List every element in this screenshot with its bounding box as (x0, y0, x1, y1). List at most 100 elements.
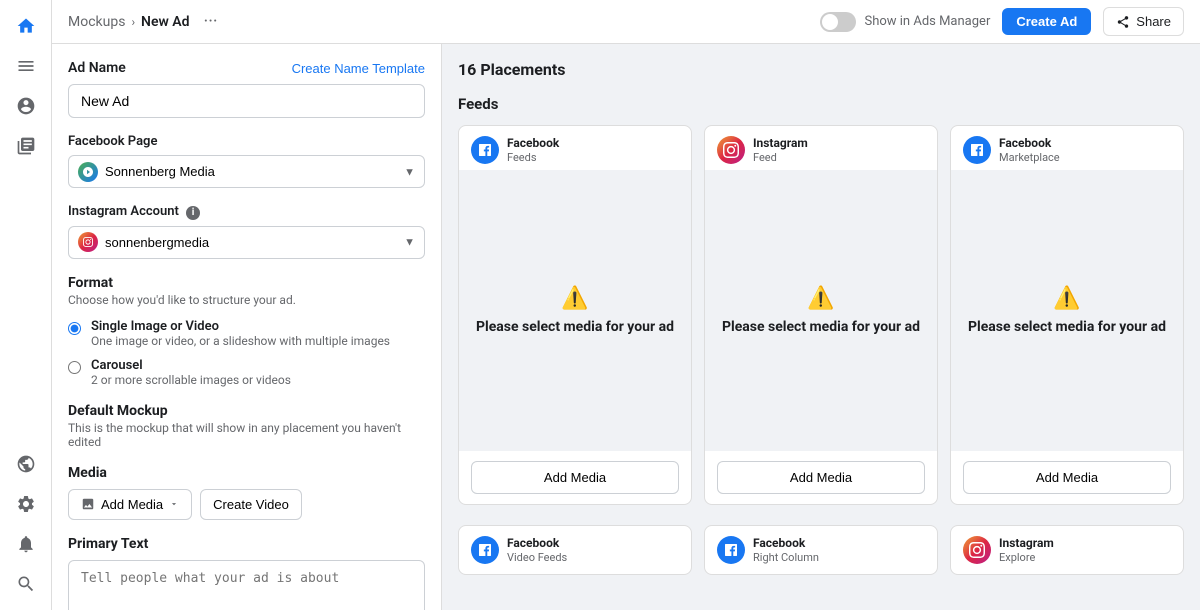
instagram-feed-platform-name: Instagram (753, 136, 808, 150)
sidebar-profile-icon[interactable] (8, 88, 44, 124)
format-carousel-desc: 2 or more scrollable images or videos (91, 373, 291, 387)
placement-grid: Facebook Feeds ⚠️ Please select media fo… (458, 125, 1184, 505)
breadcrumb-current: New Ad (141, 14, 189, 30)
facebook-marketplace-placeholder-text: Please select media for your ad (968, 319, 1166, 335)
feeds-section: Feeds Facebook Feeds (458, 95, 1184, 505)
bottom-placements-grid: Facebook Video Feeds Facebook Right Colu… (458, 525, 1184, 575)
instagram-account-label: Instagram Account i (68, 204, 425, 220)
instagram-feed-subname: Feed (753, 151, 808, 164)
placement-card-instagram-feed: Instagram Feed ⚠️ Please select media fo… (704, 125, 938, 505)
sidebar-search-icon[interactable] (8, 566, 44, 602)
default-mockup-subtitle: This is the mockup that will show in any… (68, 421, 425, 449)
content-area: Ad Name Create Name Template Facebook Pa… (52, 44, 1200, 610)
media-buttons: Add Media Create Video (68, 489, 425, 520)
facebook-right-column-subname: Right Column (753, 551, 819, 564)
sidebar (0, 0, 52, 610)
placement-header-instagram-feed: Instagram Feed (705, 126, 937, 170)
breadcrumb-chevron: › (131, 15, 135, 29)
facebook-page-select-wrapper: Sonnenberg Media ▼ (68, 155, 425, 188)
more-options-icon[interactable]: ··· (196, 7, 226, 36)
facebook-marketplace-warning-icon: ⚠️ (1053, 286, 1080, 311)
facebook-feeds-platform-name: Facebook (507, 136, 559, 150)
facebook-feeds-warning-icon: ⚠️ (561, 286, 588, 311)
placement-card-facebook-marketplace: Facebook Marketplace ⚠️ Please select me… (950, 125, 1184, 505)
share-icon (1116, 15, 1130, 29)
format-single-image-desc: One image or video, or a slideshow with … (91, 334, 390, 348)
sidebar-menu-icon[interactable] (8, 48, 44, 84)
toggle-switch[interactable] (820, 12, 856, 32)
create-video-button[interactable]: Create Video (200, 489, 302, 520)
toggle-label: Show in Ads Manager (864, 14, 990, 29)
left-panel: Ad Name Create Name Template Facebook Pa… (52, 44, 442, 610)
placement-header-facebook-feeds: Facebook Feeds (459, 126, 691, 170)
main-container: Mockups › New Ad ··· Show in Ads Manager… (52, 0, 1200, 610)
media-section: Media Add Media Create Video (68, 465, 425, 520)
facebook-feeds-add-media-button[interactable]: Add Media (471, 461, 679, 494)
share-button[interactable]: Share (1103, 7, 1184, 36)
right-panel: 16 Placements Feeds Facebook Feeds (442, 44, 1200, 610)
breadcrumb: Mockups › New Ad ··· (68, 7, 812, 36)
facebook-feeds-placeholder-text: Please select media for your ad (476, 319, 674, 335)
format-single-image-label: Single Image or Video (91, 319, 390, 334)
placements-count: 16 Placements (458, 60, 1184, 79)
format-section: Format Choose how you'd like to structur… (68, 275, 425, 387)
placement-body-instagram-feed: ⚠️ Please select media for your ad (705, 170, 937, 450)
media-title: Media (68, 465, 425, 481)
sidebar-library-icon[interactable] (8, 128, 44, 164)
breadcrumb-parent[interactable]: Mockups (68, 14, 125, 30)
show-in-ads-manager-toggle[interactable]: Show in Ads Manager (820, 12, 990, 32)
format-carousel-option[interactable]: Carousel 2 or more scrollable images or … (68, 358, 425, 387)
add-media-label: Add Media (101, 497, 163, 512)
ad-name-label: Ad Name (68, 60, 126, 76)
placement-card-facebook-right-column: Facebook Right Column (704, 525, 938, 575)
add-media-button[interactable]: Add Media (68, 489, 192, 520)
facebook-feeds-subname: Feeds (507, 151, 559, 164)
placement-card-instagram-explore: Instagram Explore (950, 525, 1184, 575)
header: Mockups › New Ad ··· Show in Ads Manager… (52, 0, 1200, 44)
placement-card-facebook-video-feeds: Facebook Video Feeds (458, 525, 692, 575)
instagram-account-icon (78, 232, 98, 252)
placement-footer-instagram-feed: Add Media (705, 450, 937, 504)
facebook-right-column-icon (717, 536, 745, 564)
sidebar-settings-icon[interactable] (8, 486, 44, 522)
create-ad-button[interactable]: Create Ad (1002, 8, 1091, 35)
add-media-chevron-icon (169, 499, 179, 509)
placement-footer-facebook-marketplace: Add Media (951, 450, 1183, 504)
facebook-marketplace-platform-icon (963, 136, 991, 164)
facebook-right-column-name: Facebook (753, 536, 819, 550)
sidebar-globe-icon[interactable] (8, 446, 44, 482)
primary-text-title: Primary Text (68, 536, 425, 552)
create-name-template-button[interactable]: Create Name Template (292, 61, 425, 76)
instagram-account-select-wrapper: sonnenbergmedia ▼ (68, 226, 425, 259)
format-subtitle: Choose how you'd like to structure your … (68, 293, 425, 307)
instagram-feed-placeholder-text: Please select media for your ad (722, 319, 920, 335)
default-mockup-section: Default Mockup This is the mockup that w… (68, 403, 425, 449)
format-carousel-radio[interactable] (68, 361, 81, 374)
sidebar-home-icon[interactable] (8, 8, 44, 44)
placement-body-facebook-marketplace: ⚠️ Please select media for your ad (951, 170, 1183, 450)
primary-text-section: Primary Text (68, 536, 425, 610)
facebook-page-select[interactable]: Sonnenberg Media (68, 155, 425, 188)
instagram-feed-platform-icon (717, 136, 745, 164)
facebook-marketplace-platform-name: Facebook (999, 136, 1060, 150)
facebook-marketplace-subname: Marketplace (999, 151, 1060, 164)
sidebar-notifications-icon[interactable] (8, 526, 44, 562)
ad-name-input[interactable] (68, 84, 425, 118)
primary-text-input[interactable] (68, 560, 425, 610)
placement-header-facebook-marketplace: Facebook Marketplace (951, 126, 1183, 170)
facebook-marketplace-add-media-button[interactable]: Add Media (963, 461, 1171, 494)
add-media-icon (81, 497, 95, 511)
instagram-account-select[interactable]: sonnenbergmedia (68, 226, 425, 259)
format-single-image-radio[interactable] (68, 322, 81, 335)
format-title: Format (68, 275, 425, 291)
facebook-feeds-platform-icon (471, 136, 499, 164)
facebook-video-feeds-subname: Video Feeds (507, 551, 567, 564)
instagram-info-icon[interactable]: i (186, 206, 200, 220)
instagram-feed-warning-icon: ⚠️ (807, 286, 834, 311)
instagram-explore-subname: Explore (999, 551, 1054, 564)
instagram-feed-add-media-button[interactable]: Add Media (717, 461, 925, 494)
instagram-explore-icon (963, 536, 991, 564)
format-single-image-option[interactable]: Single Image or Video One image or video… (68, 319, 425, 348)
instagram-explore-name: Instagram (999, 536, 1054, 550)
placement-card-facebook-feeds: Facebook Feeds ⚠️ Please select media fo… (458, 125, 692, 505)
